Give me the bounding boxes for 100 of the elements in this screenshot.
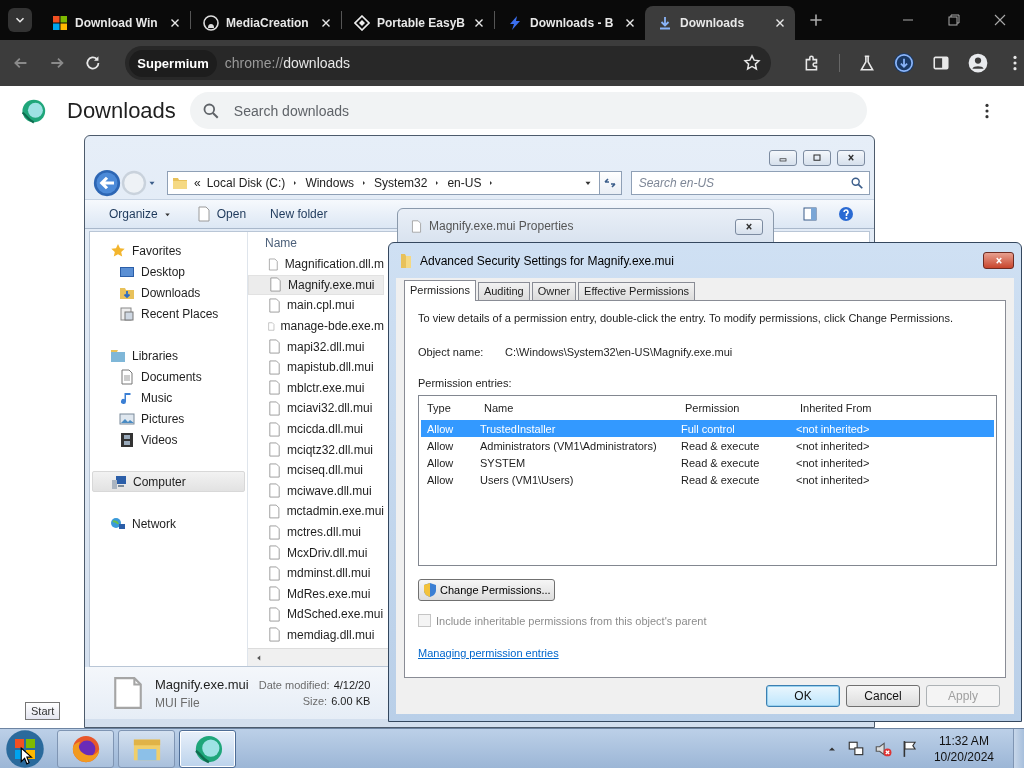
app-logo-icon [192, 733, 223, 764]
bookmark-star-icon[interactable] [743, 54, 761, 72]
file-item[interactable]: mctadmin.exe.mui [248, 501, 384, 522]
nav-item[interactable]: Network [92, 513, 245, 534]
close-button[interactable] [983, 252, 1014, 269]
path-segment[interactable]: en-US [447, 175, 482, 190]
dialog-tab[interactable]: Owner [531, 282, 577, 300]
file-item[interactable]: Magnify.exe.mui [248, 274, 384, 296]
reload-icon[interactable] [83, 54, 102, 72]
table-cell-text: <not inherited> [796, 473, 871, 486]
browser-tab[interactable]: MediaCreation [191, 6, 341, 40]
search-field[interactable]: Search en-US [630, 170, 870, 195]
nav-item[interactable]: Videos [92, 429, 245, 450]
nav-item[interactable]: Favorites [92, 240, 245, 261]
browser-tab[interactable]: Download Win [40, 6, 190, 40]
help-icon[interactable] [838, 206, 854, 222]
file-icon [267, 399, 282, 417]
file-item[interactable]: mapistub.dll.mui [248, 356, 384, 378]
file-item[interactable]: MdSched.exe.mui [248, 604, 384, 625]
browser-tab[interactable]: Portable EasyB [342, 6, 495, 40]
flask-icon[interactable] [858, 54, 876, 72]
command-button[interactable]: New folder [264, 204, 334, 224]
muted-speaker-icon[interactable] [873, 739, 892, 758]
side-panel-icon[interactable] [932, 54, 950, 72]
file-item[interactable]: mctres.dll.mui [248, 521, 384, 543]
table-cell-text: SYSTEM [480, 456, 527, 469]
file-item[interactable]: mciwave.dll.mui [248, 480, 384, 502]
dialog-tab[interactable]: Auditing [477, 282, 530, 300]
size-value: 6.00 KB [331, 695, 371, 707]
file-icon [267, 358, 282, 376]
file-item[interactable]: mapi32.dll.mui [248, 336, 384, 357]
file-item[interactable]: memdiag.dll.mui [248, 624, 384, 646]
nav-item[interactable]: Music [92, 387, 245, 408]
path-segment[interactable]: Local Disk (C:) [206, 175, 286, 190]
preview-pane-icon[interactable] [802, 206, 818, 222]
fox-globe-icon [70, 733, 101, 764]
file-item[interactable]: manage-bde.exe.m [248, 315, 384, 337]
profile-icon[interactable] [968, 53, 988, 73]
search-field[interactable]: Search downloads [189, 92, 867, 129]
download-icon[interactable] [894, 53, 914, 73]
permission-row[interactable]: Allow SYSTEM Read & execute <not inherited> [421, 454, 994, 471]
nav-item[interactable]: Computer [92, 471, 245, 492]
dialog-tab[interactable]: Effective Permissions [578, 282, 696, 300]
clock[interactable]: 11:32 AM 10/20/2024 [933, 732, 994, 765]
tab-search-button[interactable] [8, 8, 32, 32]
path-overflow[interactable]: « [194, 175, 201, 190]
column-header[interactable]: Permission [685, 402, 800, 414]
nav-item[interactable]: Pictures [92, 408, 245, 429]
file-item[interactable]: main.cpl.mui [248, 295, 384, 316]
dialog-tab[interactable]: Permissions [404, 280, 476, 301]
dialog-button[interactable]: OK [766, 685, 840, 707]
table-cell-text: Read & execute [681, 439, 761, 452]
file-icon [267, 502, 282, 520]
permission-row[interactable]: Allow Users (VM1\Users) Read & execute <not inherited> [421, 471, 994, 488]
date-label: Date modified: [258, 679, 330, 691]
back-icon[interactable] [93, 168, 121, 197]
dialog-button[interactable]: Cancel [846, 685, 920, 707]
address-field[interactable]: « Local Disk (C:) Windows System32 en-US [167, 170, 600, 195]
file-item[interactable]: mdminst.dll.mui [248, 562, 384, 584]
column-header[interactable]: Inherited From [800, 402, 994, 414]
file-item[interactable]: mblctr.exe.mui [248, 377, 384, 399]
network-icon[interactable] [846, 739, 865, 758]
nav-item[interactable]: Libraries [92, 345, 245, 366]
column-header[interactable]: Name [484, 402, 685, 414]
file-item[interactable]: mciqtz32.dll.mui [248, 439, 384, 460]
maximize-button[interactable] [803, 150, 831, 166]
nav-item[interactable]: Desktop [92, 261, 245, 282]
nav-item[interactable]: Documents [92, 366, 245, 387]
address-bar[interactable]: Supermium chrome://downloads [125, 46, 771, 80]
command-button[interactable]: Open [189, 203, 253, 225]
browser-tab[interactable]: Downloads - B [495, 6, 646, 40]
path-segment[interactable]: System32 [374, 175, 428, 190]
taskbar-button[interactable] [179, 729, 236, 768]
file-item[interactable]: mciavi32.dll.mui [248, 398, 384, 419]
taskbar-button[interactable] [57, 729, 114, 768]
column-header[interactable]: Type [427, 402, 484, 414]
path-segment[interactable]: Windows [305, 175, 355, 190]
file-item[interactable]: McxDriv.dll.mui [248, 542, 384, 563]
refresh-button[interactable] [599, 170, 622, 195]
nav-item[interactable]: Downloads [92, 282, 245, 303]
command-button[interactable]: Organize [103, 204, 178, 224]
start-orb-icon[interactable] [5, 728, 45, 768]
site-chip[interactable]: Supermium [129, 49, 217, 77]
file-item[interactable]: Magnification.dll.m [248, 254, 384, 275]
browser-tab[interactable]: Downloads [645, 6, 796, 40]
file-item[interactable]: MdRes.exe.mui [248, 583, 384, 605]
column-header[interactable]: Name [265, 236, 297, 250]
minimize-button[interactable] [769, 150, 797, 166]
nav-item[interactable]: Recent Places [92, 303, 245, 324]
restore-icon[interactable] [946, 12, 962, 28]
close-icon[interactable] [992, 12, 1008, 28]
file-item[interactable]: mcicda.dll.mui [248, 418, 384, 440]
network-icon [110, 515, 126, 532]
change-permissions-button[interactable]: Change Permissions... [418, 579, 555, 601]
close-button[interactable] [735, 219, 763, 235]
file-item[interactable]: mciseq.dll.mui [248, 459, 384, 481]
permission-row[interactable]: Allow Administrators (VM1\Administrators) Read & execute <not inherited> [421, 437, 994, 454]
help-link[interactable]: Managing permission entries [418, 647, 559, 659]
close-button[interactable] [837, 150, 865, 166]
maximize-icon [810, 152, 824, 164]
